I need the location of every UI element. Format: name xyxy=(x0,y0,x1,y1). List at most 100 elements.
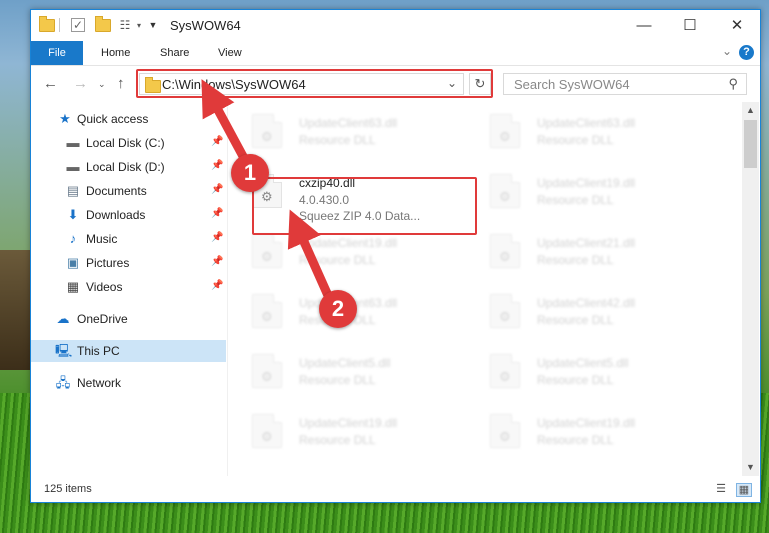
tab-file[interactable]: File xyxy=(31,41,83,65)
file-item[interactable]: ⚙ UpdateClient5.dll Resource DLL xyxy=(228,342,448,398)
gear-icon: ⚙ xyxy=(499,249,511,264)
file-description: Resource DLL xyxy=(537,253,614,267)
address-row: ← → ⌄ ↑ C:\Windows\SysWOW64 ⌄ ↻ ⚲ xyxy=(31,66,760,100)
file-name: UpdateClient63.dll xyxy=(537,116,636,130)
pin-icon[interactable]: 📌 xyxy=(211,160,223,171)
tab-home[interactable]: Home xyxy=(101,41,130,65)
file-name: UpdateClient21.dll xyxy=(537,236,636,250)
nav-item-label: Videos xyxy=(86,280,123,294)
details-view-icon[interactable]: ☰ xyxy=(714,483,728,495)
download-icon: ⬇ xyxy=(67,207,79,222)
minimize-button[interactable]: — xyxy=(621,10,667,40)
navigation-pane: ★ Quick access ▬ Local Disk (C:) 📌 ▬ Loc… xyxy=(31,102,227,476)
back-arrow-icon[interactable]: ← xyxy=(43,75,58,92)
nav-item-local-disk-d[interactable]: ▬ Local Disk (D:) 📌 xyxy=(31,156,226,178)
file-name: UpdateClient5.dll xyxy=(299,356,391,370)
file-name: UpdateClient19.dll xyxy=(537,176,636,190)
cloud-icon: ☁ xyxy=(56,311,70,326)
large-icons-view-icon[interactable]: ▦ xyxy=(736,483,752,497)
customize-toolbar-icon[interactable]: ▼ xyxy=(145,17,161,33)
file-item[interactable]: ⚙ UpdateClient21.dll Resource DLL xyxy=(466,222,686,278)
file-item[interactable]: ⚙ UpdateClient19.dll Resource DLL xyxy=(466,162,686,218)
nav-item-documents[interactable]: ▤ Documents 📌 xyxy=(31,180,226,202)
scroll-up-icon[interactable]: ▲ xyxy=(742,102,759,119)
file-item[interactable]: ⚙ UpdateClient42.dll Resource DLL xyxy=(466,282,686,338)
forward-arrow-icon[interactable]: → xyxy=(73,75,88,92)
nav-item-label: Music xyxy=(86,232,118,246)
file-description: Resource DLL xyxy=(537,193,614,207)
chevron-down-icon[interactable]: ⌄ xyxy=(98,79,106,90)
file-description: Resource DLL xyxy=(299,133,376,147)
star-icon: ★ xyxy=(59,111,71,126)
file-description: Resource DLL xyxy=(537,373,614,387)
gear-icon: ⚙ xyxy=(261,309,273,324)
gear-icon: ⚙ xyxy=(261,129,273,144)
divider xyxy=(59,18,60,32)
nav-item-downloads[interactable]: ⬇ Downloads 📌 xyxy=(31,204,226,226)
address-highlight xyxy=(136,69,493,98)
nav-item-label: This PC xyxy=(77,344,120,358)
help-button[interactable]: ? xyxy=(739,45,754,60)
vertical-scrollbar[interactable]: ▲ ▼ xyxy=(742,102,759,476)
file-item[interactable]: ⚙ UpdateClient63.dll Resource DLL xyxy=(228,102,448,158)
explorer-window: ✓ ☷ ▾ ▼ SysWOW64 — ☐ ✕ File Home Share V… xyxy=(30,9,761,503)
file-item[interactable]: ⚙ UpdateClient63.dll Resource DLL xyxy=(466,102,686,158)
gear-icon: ⚙ xyxy=(499,129,511,144)
file-item[interactable]: ⚙ UpdateClient5.dll Resource DLL xyxy=(466,342,686,398)
tab-view[interactable]: View xyxy=(218,41,242,65)
nav-item-network[interactable]: 🖧 Network xyxy=(31,372,226,394)
search-icon[interactable]: ⚲ xyxy=(728,76,738,92)
file-list: ⚙ UpdateClient63.dll Resource DLL ⚙ cxzi… xyxy=(228,102,742,476)
item-count: 125 items xyxy=(44,483,92,495)
nav-item-label: Local Disk (D:) xyxy=(86,160,165,174)
file-item[interactable]: ⚙ UpdateClient19.dll Resource DLL xyxy=(466,402,686,458)
nav-item-videos[interactable]: ▦ Videos 📌 xyxy=(31,276,226,298)
scrollbar-thumb[interactable] xyxy=(744,120,757,168)
search-box[interactable]: ⚲ xyxy=(503,73,747,95)
nav-item-local-disk-c[interactable]: ▬ Local Disk (C:) 📌 xyxy=(31,132,226,154)
file-icon: ⚙ xyxy=(252,114,282,148)
drive-icon: ▬ xyxy=(66,135,80,150)
pin-icon[interactable]: 📌 xyxy=(211,280,223,291)
close-button[interactable]: ✕ xyxy=(714,10,760,40)
nav-item-music[interactable]: ♪ Music 📌 xyxy=(31,228,226,250)
pin-icon[interactable]: 📌 xyxy=(211,184,223,195)
chevron-down-icon[interactable]: ⌄ xyxy=(722,44,732,58)
file-icon: ⚙ xyxy=(490,114,520,148)
file-item[interactable]: ⚙ UpdateClient19.dll Resource DLL xyxy=(228,402,448,458)
file-icon: ⚙ xyxy=(490,354,520,388)
file-name: UpdateClient5.dll xyxy=(537,356,629,370)
tab-share[interactable]: Share xyxy=(160,41,189,65)
file-name: UpdateClient63.dll xyxy=(299,116,398,130)
music-icon: ♪ xyxy=(69,231,77,246)
search-input[interactable] xyxy=(512,76,716,93)
properties-icon[interactable]: ✓ xyxy=(71,18,85,32)
pin-icon[interactable]: 📌 xyxy=(211,136,223,147)
nav-item-label: Local Disk (C:) xyxy=(86,136,165,150)
file-highlight xyxy=(252,177,477,235)
nav-item-pictures[interactable]: ▣ Pictures 📌 xyxy=(31,252,226,274)
ribbon-tabs: File Home Share View ⌄ ? xyxy=(31,41,760,66)
title-bar: ✓ ☷ ▾ ▼ SysWOW64 — ☐ ✕ xyxy=(31,10,760,41)
file-icon: ⚙ xyxy=(490,414,520,448)
maximize-button[interactable]: ☐ xyxy=(667,10,713,40)
nav-item-this-pc[interactable]: 🖳 This PC xyxy=(31,340,226,362)
nav-item-label: Downloads xyxy=(86,208,146,222)
up-arrow-icon[interactable]: ↑ xyxy=(117,75,125,92)
nav-item-quick-access[interactable]: ★ Quick access xyxy=(31,108,226,130)
file-icon: ⚙ xyxy=(252,234,282,268)
nav-item-onedrive[interactable]: ☁ OneDrive xyxy=(31,308,226,330)
status-bar: 125 items ☰ ▦ xyxy=(31,476,760,502)
gear-icon: ⚙ xyxy=(499,369,511,384)
new-folder-icon[interactable] xyxy=(95,15,111,33)
file-icon: ⚙ xyxy=(490,294,520,328)
file-name: UpdateClient19.dll xyxy=(299,236,398,250)
pin-icon[interactable]: 📌 xyxy=(211,208,223,219)
pin-icon[interactable]: 📌 xyxy=(211,232,223,243)
file-description: Resource DLL xyxy=(299,433,376,447)
scroll-down-icon[interactable]: ▼ xyxy=(742,459,759,476)
pin-icon[interactable]: 📌 xyxy=(211,256,223,267)
document-icon: ▤ xyxy=(66,183,80,198)
file-description: Resource DLL xyxy=(299,253,376,267)
file-description: Resource DLL xyxy=(537,433,614,447)
